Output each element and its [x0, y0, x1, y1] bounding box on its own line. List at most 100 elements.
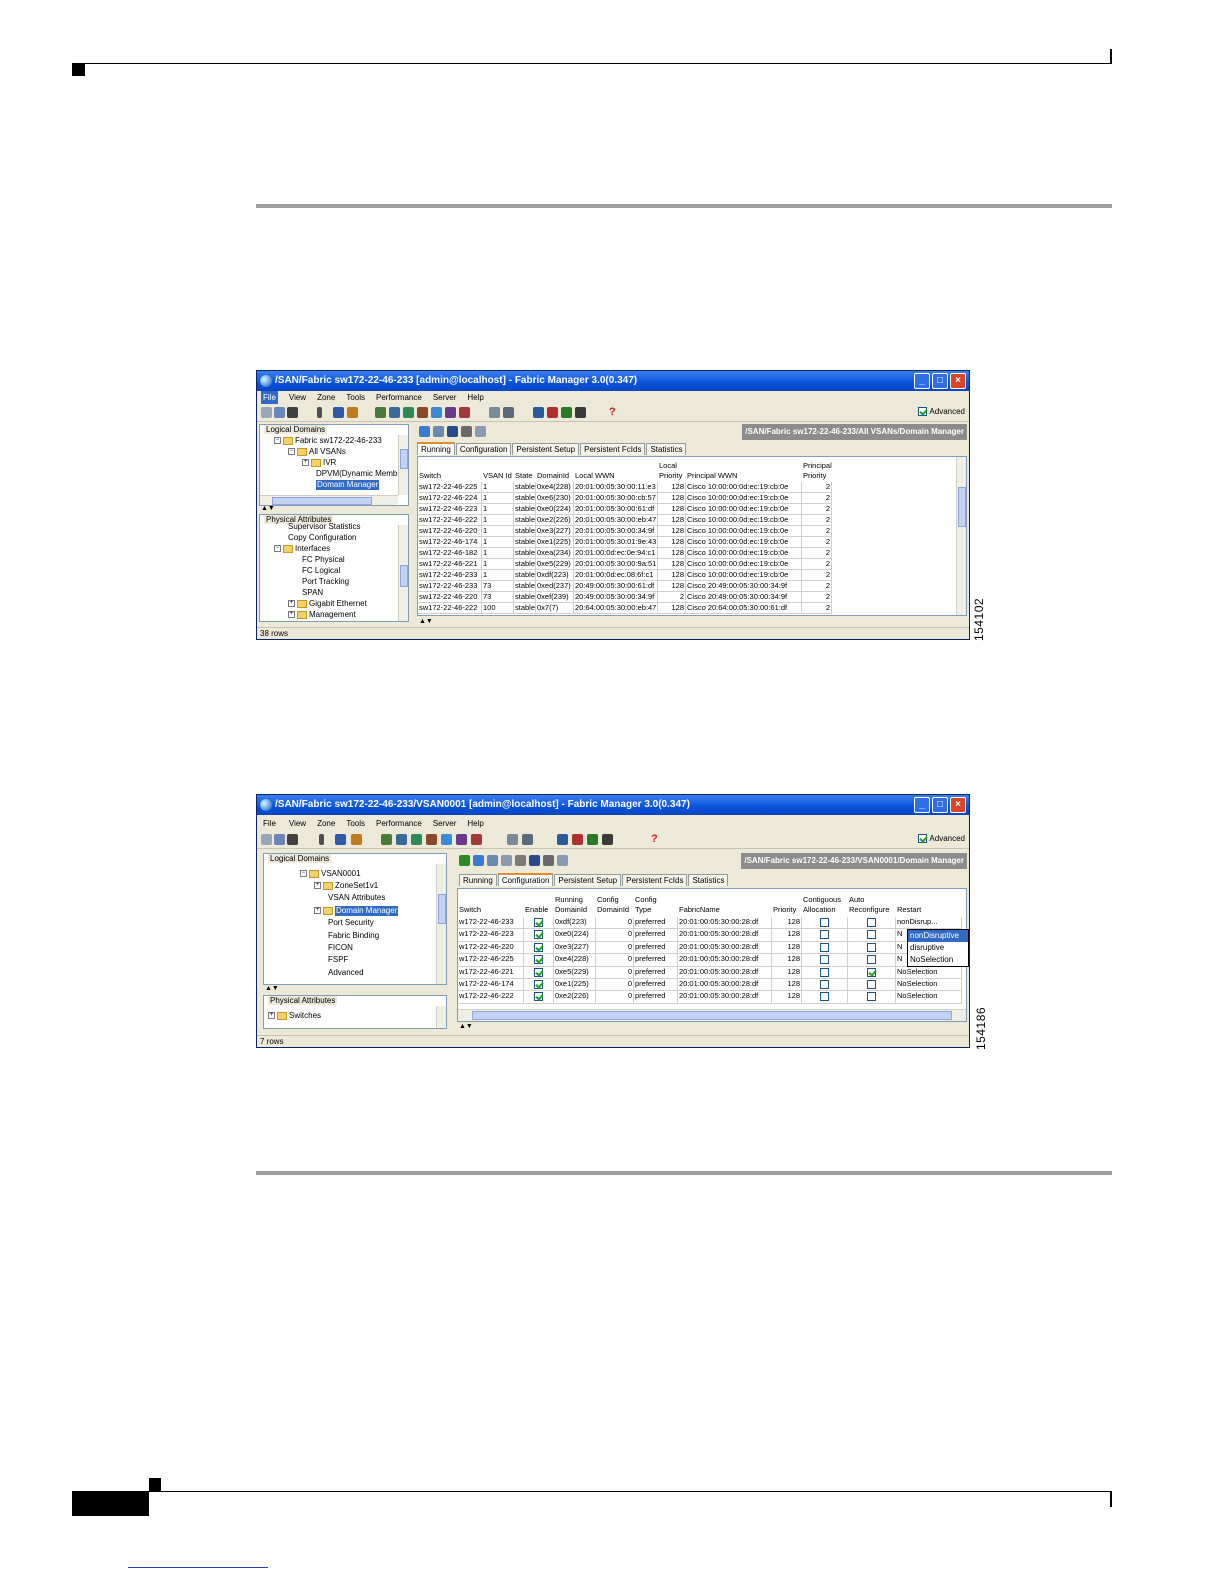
menu-server[interactable]: Server [433, 391, 457, 404]
table-cell[interactable]: 20:01:00:05:30:00:28:df [678, 941, 772, 955]
table-cell[interactable]: NoSelection [896, 966, 962, 979]
table-hscroll[interactable] [458, 1009, 966, 1021]
tree-node[interactable]: − All VSANs [288, 446, 346, 457]
table-cell[interactable]: 0 [596, 929, 634, 942]
table-cell[interactable]: 2 [802, 493, 832, 504]
terminal-icon[interactable] [602, 834, 613, 845]
discover-icon[interactable] [274, 407, 285, 418]
print-icon[interactable] [543, 855, 554, 866]
tree-node[interactable]: − VSAN0001 [300, 868, 361, 879]
copy-icon[interactable] [487, 855, 498, 866]
expand-icon[interactable]: + [302, 459, 309, 466]
table-cell[interactable]: w172-22-46-222 [458, 991, 524, 1004]
tree-node[interactable]: + Switches [268, 1010, 321, 1021]
lock-icon[interactable] [333, 407, 344, 418]
menu-tools[interactable]: Tools [346, 817, 365, 830]
zone-icon[interactable] [375, 407, 386, 418]
table-cell[interactable]: 0 [596, 941, 634, 955]
table-cell[interactable]: preferred [634, 979, 678, 992]
column-header[interactable]: Contiguous [802, 895, 848, 904]
physical-tree-scrollbar[interactable] [398, 525, 408, 621]
column-header[interactable]: Enable [524, 905, 554, 914]
table-cell[interactable]: 0xe4(228) [536, 482, 574, 493]
discover-icon[interactable] [274, 834, 285, 845]
collapse-icon[interactable]: − [288, 448, 295, 455]
monitor-icon[interactable] [441, 834, 452, 845]
table-cell[interactable]: stable [514, 493, 536, 504]
table-cell[interactable] [802, 966, 848, 979]
table-cell[interactable]: 0 [596, 954, 634, 967]
table-cell[interactable]: stable [514, 548, 536, 559]
table-cell[interactable]: 2 [802, 592, 832, 603]
table-cell[interactable] [802, 979, 848, 992]
refresh-icon[interactable] [419, 426, 430, 437]
table-cell[interactable]: 0xe4(228) [554, 954, 596, 967]
table-cell[interactable]: 128 [658, 493, 686, 504]
table-cell[interactable]: 20:01:00:05:30:01:9e:43 [574, 537, 658, 548]
save-icon[interactable] [529, 855, 540, 866]
report-icon[interactable] [456, 834, 467, 845]
table-cell[interactable]: 20:01:00:05:30:00:61:df [574, 504, 658, 515]
tree-node[interactable]: Port Tracking [302, 576, 349, 587]
table-cell[interactable] [524, 966, 554, 979]
table-cell[interactable]: 2 [802, 537, 832, 548]
settings-icon[interactable] [557, 834, 568, 845]
checkbox[interactable] [867, 918, 876, 927]
table-cell[interactable] [848, 917, 896, 930]
log-icon[interactable] [459, 407, 470, 418]
help-icon[interactable]: ? [609, 407, 620, 418]
column-header[interactable]: DomainId [596, 905, 634, 914]
column-header[interactable]: Principal [802, 461, 832, 470]
tab-configuration[interactable]: Configuration [497, 873, 554, 886]
table-cell[interactable]: sw172-22-46-233 [418, 581, 482, 592]
checkbox[interactable] [867, 967, 876, 977]
menu-file[interactable]: File [261, 391, 278, 404]
column-header[interactable]: Switch [458, 905, 524, 914]
tree-node[interactable]: Advanced [328, 967, 364, 978]
collapse-icon[interactable]: − [274, 545, 281, 552]
report-icon[interactable] [445, 407, 456, 418]
table-cell[interactable] [848, 966, 896, 979]
tree-node[interactable]: Supervisor Statistics [288, 521, 360, 532]
table-cell[interactable]: 0xe5(229) [554, 966, 596, 979]
security-icon[interactable] [547, 407, 558, 418]
checkbox[interactable] [820, 930, 829, 940]
table-cell[interactable]: sw172-22-46-225 [418, 482, 482, 493]
table-cell[interactable]: 128 [658, 526, 686, 537]
tab-persistent-fcids[interactable]: Persistent FcIds [580, 443, 646, 455]
expand-icon[interactable]: + [288, 611, 295, 618]
restart-option[interactable]: nonDisruptive [908, 930, 968, 942]
table-cell[interactable]: 20:49:00:05:30:00:61:df [574, 581, 658, 592]
table-cell[interactable]: preferred [634, 991, 678, 1004]
menu-performance[interactable]: Performance [376, 817, 422, 830]
column-header[interactable]: Priority [658, 471, 686, 480]
column-header[interactable]: State [514, 471, 536, 480]
tab-statistics[interactable]: Statistics [646, 443, 687, 455]
table-cell[interactable]: 2 [802, 603, 832, 614]
table-cell[interactable]: 0 [596, 991, 634, 1004]
table-cell[interactable]: stable [514, 504, 536, 515]
tree-node[interactable]: + Management [288, 609, 356, 620]
restart-option[interactable]: NoSelection [908, 954, 968, 966]
table-cell[interactable]: nonDisrup... [896, 917, 962, 930]
menu-zone[interactable]: Zone [317, 817, 335, 830]
table-cell[interactable]: 1 [482, 504, 514, 515]
table-cell[interactable]: 20:01:00:05:30:00:28:df [678, 966, 772, 979]
checkbox[interactable] [867, 942, 876, 952]
column-header[interactable]: Config [634, 895, 678, 904]
table-cell[interactable]: 0xe6(230) [536, 493, 574, 504]
table-cell[interactable] [524, 954, 554, 967]
splitter-arrows[interactable]: ▲▼ [261, 505, 275, 512]
table-cell[interactable]: 0xe0(224) [536, 504, 574, 515]
checkbox[interactable] [534, 930, 543, 940]
tree-node[interactable]: + Domain Manager [314, 905, 399, 916]
table-cell[interactable]: stable [514, 482, 536, 493]
table-cell[interactable]: 128 [772, 941, 802, 955]
tree-node[interactable]: FSPF [328, 955, 348, 966]
table-cell[interactable]: 128 [772, 954, 802, 967]
table-cell[interactable]: preferred [634, 954, 678, 967]
column-header[interactable]: Config [596, 895, 634, 904]
find-icon[interactable] [287, 407, 298, 418]
table-cell[interactable]: stable [514, 603, 536, 614]
tree-node[interactable]: − Fabric sw172-22-46-233 [274, 435, 382, 446]
